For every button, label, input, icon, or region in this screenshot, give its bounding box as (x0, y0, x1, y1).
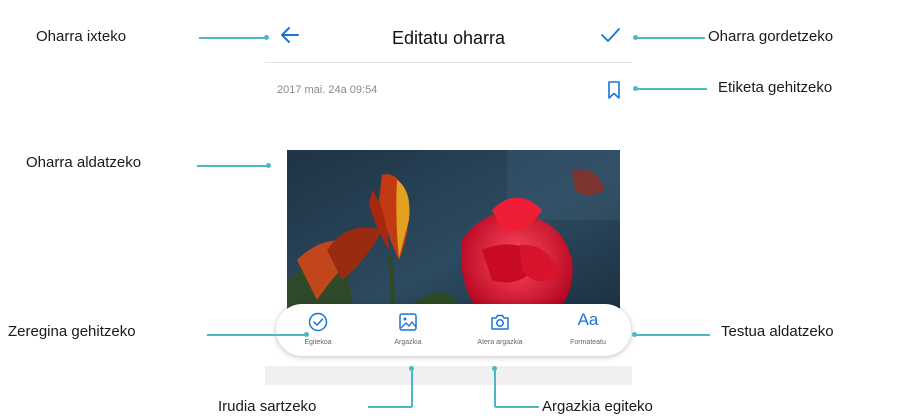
flower-photo (287, 150, 620, 330)
callout-dot (632, 332, 637, 337)
callout-dot (266, 163, 271, 168)
callout-edit-note: Oharra aldatzeko (26, 154, 142, 171)
callout-line (368, 406, 412, 408)
note-date: 2017 mai. 24a 09:54 (277, 84, 378, 96)
add-tag-button[interactable] (607, 80, 621, 100)
callout-dot (304, 332, 309, 337)
callout-save-note: Oharra gordetzeko (708, 28, 834, 45)
insert-image-button[interactable]: Argazkia (368, 304, 448, 356)
callout-dot (492, 366, 497, 371)
callout-dot (264, 35, 269, 40)
callout-line (637, 88, 707, 90)
callout-dot (633, 35, 638, 40)
callout-insert-image: Irudia sartzeko (218, 398, 317, 415)
callout-dot (409, 366, 414, 371)
note-editor-screen: Editatu oharra 2017 mai. 24a 09:54 Egite… (265, 0, 632, 385)
header-divider (265, 62, 632, 63)
tool-label: Atera argazkia (477, 339, 523, 346)
tool-label: Argazkia (394, 339, 422, 346)
save-button[interactable] (598, 23, 622, 47)
page-title: Editatu oharra (391, 28, 506, 48)
callout-line (199, 37, 265, 39)
callout-line (207, 334, 305, 336)
callout-line (197, 165, 267, 167)
camera-icon (491, 314, 509, 330)
callout-dot (633, 86, 638, 91)
take-photo-button[interactable]: Atera argazkia (460, 304, 540, 356)
callout-line (411, 368, 413, 407)
tool-label: Formateatu (570, 339, 606, 346)
check-icon (601, 28, 620, 42)
callout-line (495, 406, 539, 408)
editor-toolbar: Egitekoa Argazkia Atera argazkia Aa Form… (276, 304, 631, 356)
checklist-icon (308, 312, 328, 332)
callout-line (636, 334, 710, 336)
callout-line (494, 368, 496, 407)
text-format-icon: Aa (577, 310, 599, 329)
bottom-strip (265, 366, 632, 385)
callout-close-note: Oharra ixteko (36, 28, 127, 45)
top-bar: Editatu oharra (265, 0, 632, 62)
callout-add-tag: Etiketa gehitzeko (718, 79, 833, 96)
callout-take-photo: Argazkia egiteko (542, 398, 653, 415)
callout-line (637, 37, 705, 39)
callout-edit-text: Testua aldatzeko (721, 323, 834, 340)
add-task-button[interactable]: Egitekoa (278, 304, 358, 356)
callout-add-task: Zeregina gehitzeko (8, 323, 136, 340)
tool-label: Egitekoa (304, 339, 332, 346)
bookmark-icon (608, 81, 620, 99)
format-text-button[interactable]: Aa Formateatu (548, 304, 628, 356)
image-icon (399, 313, 417, 331)
